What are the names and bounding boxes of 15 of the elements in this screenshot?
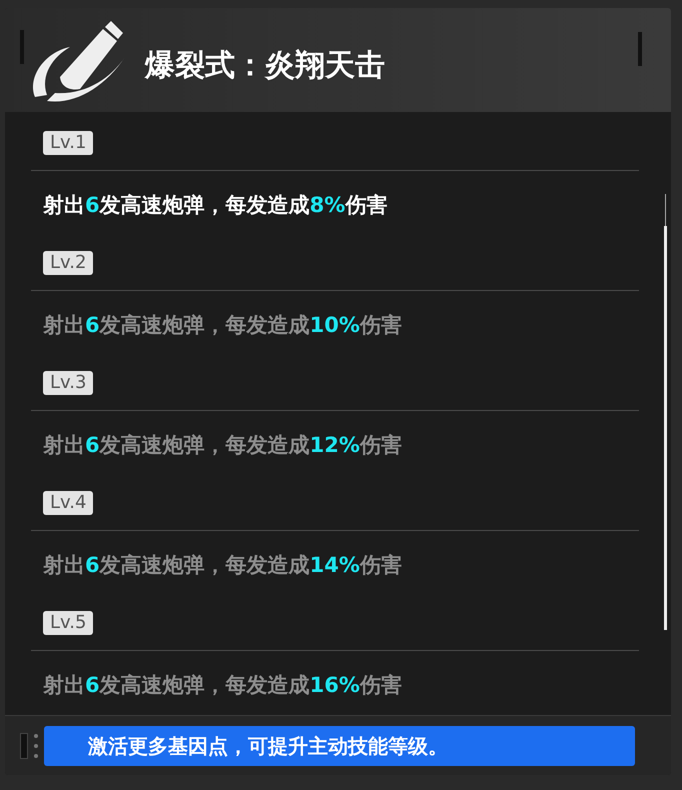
dots-icon — [34, 734, 38, 758]
level-description: 射出6发高速炮弹，每发造成12%伤害 — [43, 432, 403, 459]
grip-handle — [20, 732, 28, 758]
hint-banner: 激活更多基因点，可提升主动技能等级。 — [44, 726, 635, 766]
level-description: 射出6发高速炮弹，每发造成8%伤害 — [43, 192, 388, 219]
level-description: 射出6发高速炮弹，每发造成10%伤害 — [43, 312, 403, 339]
grip-bar — [638, 32, 642, 66]
level-description: 射出6发高速炮弹，每发造成14%伤害 — [43, 552, 403, 579]
level-badge: Lv.1 — [43, 131, 94, 155]
skill-title: 爆裂式：炎翔天击 — [145, 46, 385, 84]
level-badge: Lv.2 — [43, 251, 94, 275]
level-badge: Lv.5 — [43, 611, 94, 635]
level-badge: Lv.3 — [43, 371, 94, 395]
level-description: 射出6发高速炮弹，每发造成16%伤害 — [43, 672, 403, 699]
level-badge: Lv.4 — [43, 491, 94, 515]
